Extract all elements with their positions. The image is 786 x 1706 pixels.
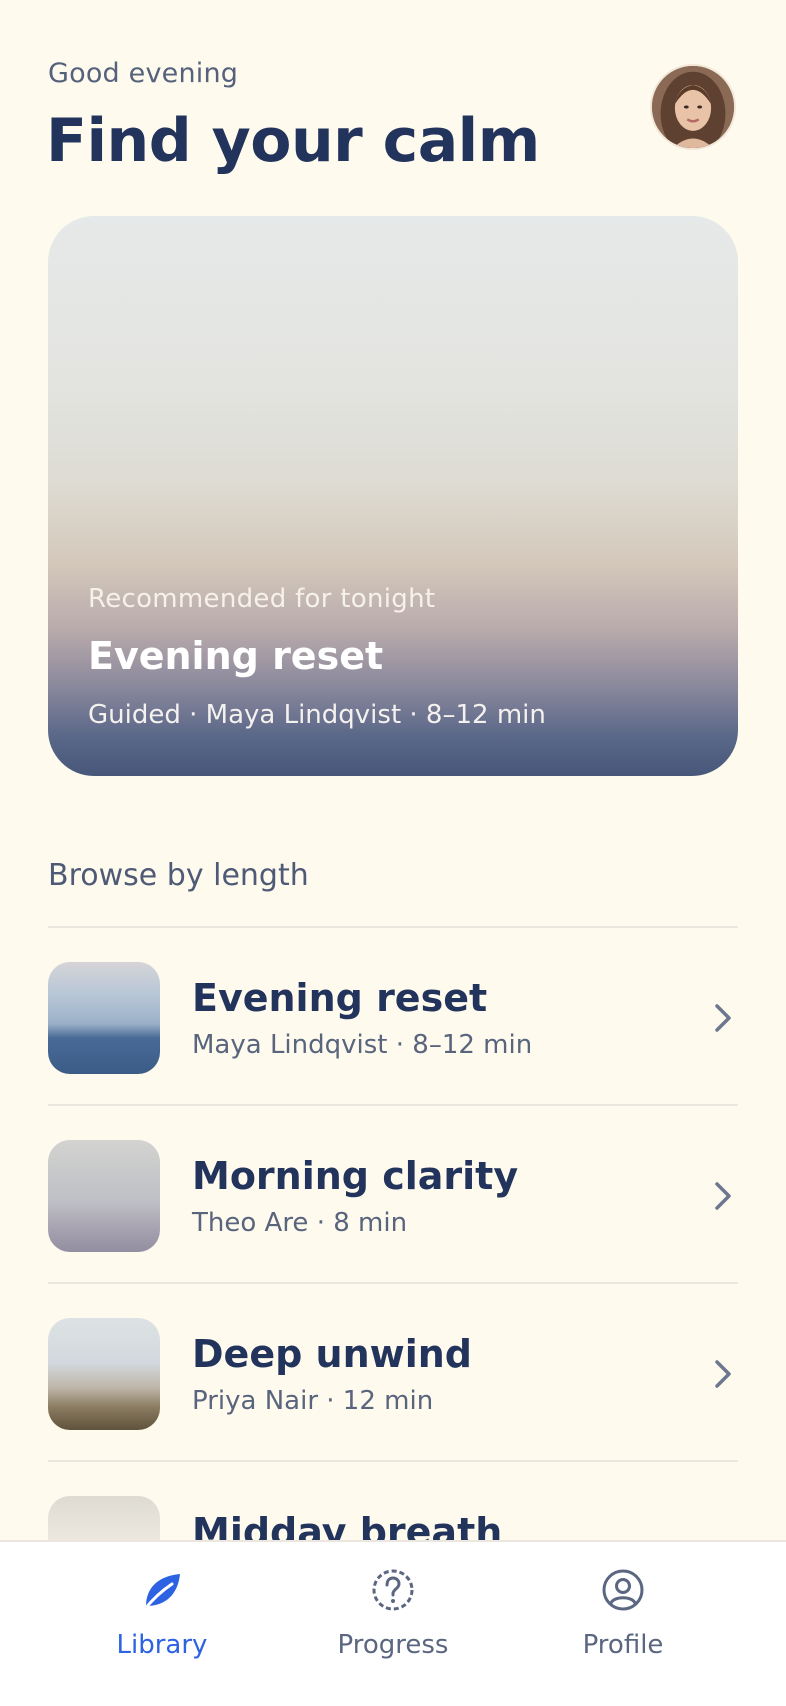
tab-progress[interactable]: Progress	[303, 1542, 483, 1706]
tab-library[interactable]: Library	[72, 1542, 252, 1706]
page-title: Find your calm	[46, 106, 540, 176]
session-thumbnail	[48, 1140, 160, 1252]
session-thumbnail	[48, 1318, 160, 1430]
session-thumbnail	[48, 962, 160, 1074]
avatar[interactable]	[650, 64, 736, 150]
session-subtitle: Theo Are · 8 min	[192, 1208, 408, 1238]
list-item[interactable]: Evening reset Maya Lindqvist · 8–12 min	[48, 928, 738, 1104]
featured-eyebrow: Recommended for tonight	[88, 584, 436, 614]
chevron-right-icon	[715, 1360, 731, 1388]
user-circle-icon	[602, 1569, 644, 1611]
question-circle-icon	[372, 1569, 414, 1611]
tab-label: Library	[116, 1630, 208, 1660]
chevron-right-icon	[715, 1182, 731, 1210]
bottom-tab-bar: Library Progress Profile	[0, 1540, 786, 1706]
section-title: Browse by length	[48, 858, 309, 893]
featured-title: Evening reset	[88, 634, 384, 678]
tab-profile[interactable]: Profile	[533, 1542, 713, 1706]
list-item[interactable]: Deep unwind Priya Nair · 12 min	[48, 1284, 738, 1460]
tab-label: Profile	[582, 1630, 664, 1660]
avatar-photo-icon	[652, 66, 734, 148]
session-list: Evening reset Maya Lindqvist · 8–12 min …	[48, 926, 738, 1638]
leaf-icon	[142, 1574, 180, 1612]
chevron-right-icon	[715, 1004, 731, 1032]
greeting-text: Good evening	[48, 58, 239, 89]
session-title: Morning clarity	[192, 1154, 519, 1198]
featured-card[interactable]: Recommended for tonight Evening reset Gu…	[48, 216, 738, 776]
session-title: Deep unwind	[192, 1332, 473, 1376]
session-subtitle: Maya Lindqvist · 8–12 min	[192, 1030, 533, 1060]
session-subtitle: Priya Nair · 12 min	[192, 1386, 434, 1416]
list-item[interactable]: Morning clarity Theo Are · 8 min	[48, 1106, 738, 1282]
tab-label: Progress	[337, 1630, 449, 1660]
featured-meta: Guided · Maya Lindqvist · 8–12 min	[88, 700, 546, 730]
session-title: Evening reset	[192, 976, 488, 1020]
